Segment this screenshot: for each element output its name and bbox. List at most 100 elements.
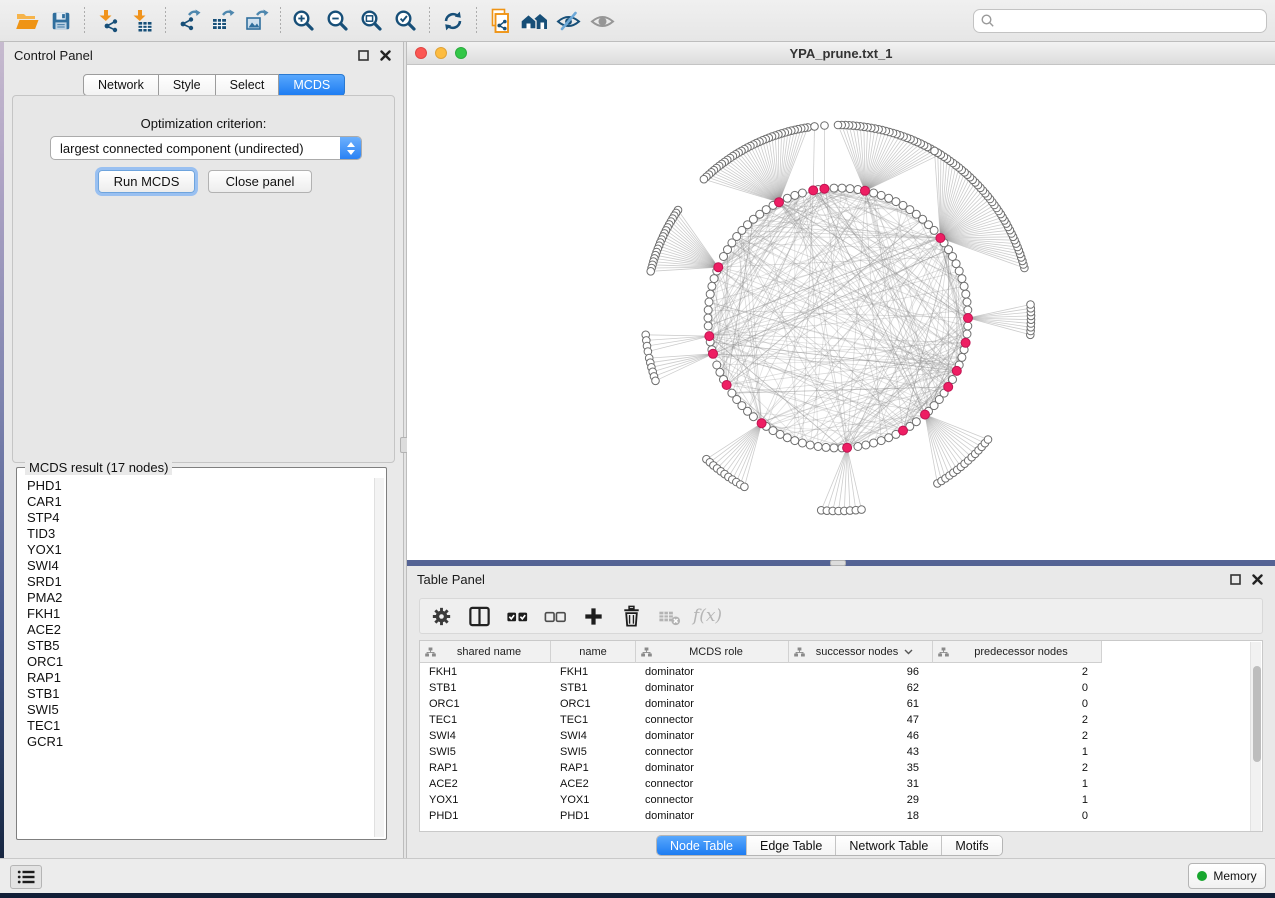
cell-MCDS-role[interactable]: connector [636, 776, 789, 792]
network-edge[interactable] [732, 423, 761, 479]
table-row[interactable]: YOX1YOX1connector291 [420, 792, 1250, 808]
network-node[interactable] [870, 189, 878, 197]
network-node[interactable] [964, 322, 972, 330]
network-node[interactable] [705, 298, 713, 306]
network-node[interactable] [647, 268, 655, 276]
close-panel-icon[interactable] [377, 47, 393, 63]
network-node[interactable] [713, 361, 721, 369]
tab-network-table[interactable]: Network Table [835, 836, 941, 855]
cell-name[interactable]: RAP1 [551, 760, 636, 776]
cell-MCDS-role[interactable]: connector [636, 744, 789, 760]
close-table-panel-icon[interactable] [1249, 571, 1265, 587]
network-node[interactable] [704, 306, 712, 314]
zoom-fit-icon[interactable] [355, 6, 389, 36]
cell-shared-name[interactable]: STB1 [420, 680, 551, 696]
mcds-result-item[interactable]: PHD1 [27, 478, 374, 494]
criterion-dropdown[interactable]: largest connected component (undirected) [50, 136, 362, 160]
network-edge[interactable] [717, 423, 762, 468]
mcds-result-item[interactable]: CAR1 [27, 494, 374, 510]
column-header-shared-name[interactable]: shared name [420, 641, 551, 663]
cell-name[interactable]: PHD1 [551, 808, 636, 824]
network-node[interactable] [798, 189, 806, 197]
cell-predecessor-nodes[interactable]: 0 [933, 808, 1102, 824]
network-edge[interactable] [813, 126, 814, 190]
export-table-icon[interactable] [206, 6, 240, 36]
cell-MCDS-role[interactable]: dominator [636, 808, 789, 824]
network-node[interactable] [798, 439, 806, 447]
table-row[interactable]: SWI5SWI5connector431 [420, 744, 1250, 760]
mcds-node[interactable] [861, 186, 870, 195]
mcds-node[interactable] [944, 382, 953, 391]
float-table-panel-icon[interactable] [1227, 571, 1243, 587]
network-canvas[interactable] [407, 65, 1275, 559]
cell-name[interactable]: SWI4 [551, 728, 636, 744]
network-node[interactable] [885, 194, 893, 202]
mcds-node[interactable] [921, 410, 930, 419]
mcds-list-scrollbar[interactable] [374, 478, 384, 837]
mcds-result-item[interactable]: TID3 [27, 526, 374, 542]
network-node[interactable] [704, 314, 712, 322]
zoom-out-icon[interactable] [321, 6, 355, 36]
network-node[interactable] [846, 185, 854, 193]
network-edge[interactable] [666, 230, 718, 267]
cell-shared-name[interactable]: SWI4 [420, 728, 551, 744]
network-edge[interactable] [653, 354, 713, 372]
cell-name[interactable]: ACE2 [551, 776, 636, 792]
network-edge[interactable] [647, 336, 709, 346]
tab-edge-table[interactable]: Edge Table [746, 836, 835, 855]
export-network-icon[interactable] [172, 6, 206, 36]
network-edge[interactable] [827, 448, 847, 511]
network-node[interactable] [704, 322, 712, 330]
cell-successor-nodes[interactable]: 61 [789, 696, 933, 712]
zoom-selected-icon[interactable] [389, 6, 423, 36]
column-header-MCDS-role[interactable]: MCDS role [636, 641, 789, 663]
network-node[interactable] [912, 418, 920, 426]
cell-predecessor-nodes[interactable]: 1 [933, 776, 1102, 792]
mcds-node[interactable] [961, 338, 970, 347]
save-session-icon[interactable] [44, 6, 78, 36]
cell-name[interactable]: TEC1 [551, 712, 636, 728]
network-edge[interactable] [845, 125, 865, 191]
mcds-node[interactable] [952, 366, 961, 375]
new-network-from-selection-icon[interactable] [483, 6, 517, 36]
cell-shared-name[interactable]: YOX1 [420, 792, 551, 808]
network-node[interactable] [958, 275, 966, 283]
network-node[interactable] [741, 483, 749, 491]
network-node[interactable] [962, 290, 970, 298]
cell-MCDS-role[interactable]: dominator [636, 664, 789, 680]
memory-button[interactable]: Memory [1188, 863, 1266, 889]
show-all-icon[interactable] [585, 6, 619, 36]
zoom-in-icon[interactable] [287, 6, 321, 36]
mcds-node[interactable] [843, 443, 852, 452]
network-node[interactable] [700, 175, 708, 183]
network-edge[interactable] [842, 125, 865, 191]
network-node[interactable] [749, 413, 757, 421]
network-node[interactable] [931, 147, 939, 155]
cell-name[interactable]: STB1 [551, 680, 636, 696]
search-field[interactable] [973, 9, 1267, 33]
cell-name[interactable]: YOX1 [551, 792, 636, 808]
close-panel-button[interactable]: Close panel [208, 170, 312, 193]
cell-MCDS-role[interactable]: dominator [636, 760, 789, 776]
network-node[interactable] [710, 275, 718, 283]
network-node[interactable] [870, 439, 878, 447]
network-edge[interactable] [714, 170, 779, 202]
add-row-icon[interactable] [581, 602, 606, 630]
cell-successor-nodes[interactable]: 47 [789, 712, 933, 728]
mcds-result-item[interactable]: TEC1 [27, 718, 374, 734]
network-node[interactable] [814, 443, 822, 451]
mcds-node[interactable] [809, 186, 818, 195]
network-edge[interactable] [938, 153, 941, 238]
cell-successor-nodes[interactable]: 35 [789, 760, 933, 776]
cell-shared-name[interactable]: ACE2 [420, 776, 551, 792]
network-graph[interactable] [407, 65, 1275, 559]
cell-successor-nodes[interactable]: 29 [789, 792, 933, 808]
cell-predecessor-nodes[interactable]: 2 [933, 712, 1102, 728]
cell-shared-name[interactable]: FKH1 [420, 664, 551, 680]
network-node[interactable] [955, 267, 963, 275]
network-edge[interactable] [865, 138, 907, 191]
cell-predecessor-nodes[interactable]: 2 [933, 760, 1102, 776]
network-node[interactable] [963, 298, 971, 306]
network-node[interactable] [834, 121, 842, 129]
network-node[interactable] [877, 191, 885, 199]
